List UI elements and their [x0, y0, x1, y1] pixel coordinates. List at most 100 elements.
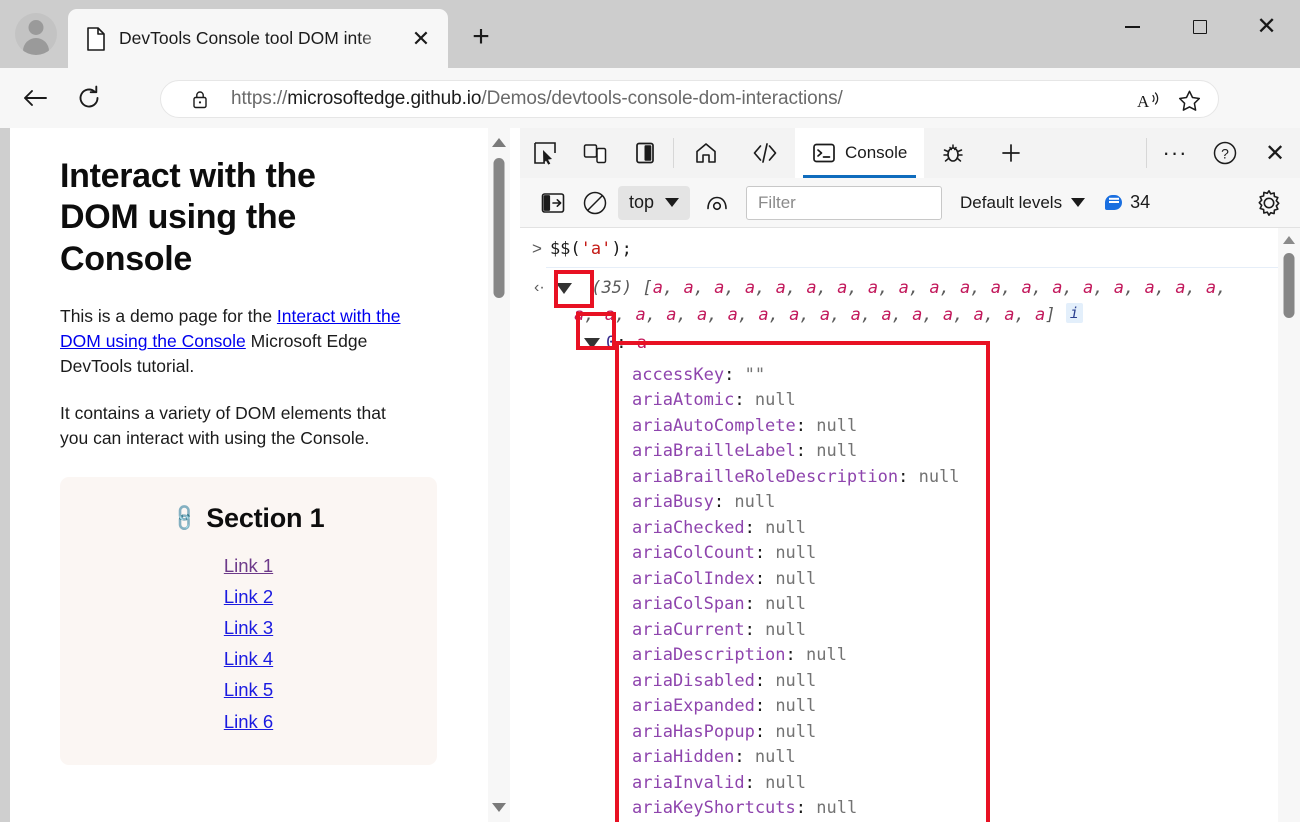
page-paragraph-2: It contains a variety of DOM elements th… [60, 401, 405, 451]
close-devtools-icon[interactable]: ✕ [1250, 128, 1300, 178]
console-output[interactable]: > $$('a'); ‹· (35) [a, a, a, a, a, a, a,… [520, 228, 1300, 822]
expression-tail: ); [611, 239, 631, 259]
devtools-panel: Console ··· ? ✕ [520, 128, 1300, 822]
annotation-box-array-triangle [554, 270, 594, 308]
array-items-line2-row: a, a, a, a, a, a, a, a, a, a, a, a, a, a… [574, 302, 1300, 329]
devtools-right-actions: ··· ? ✕ [1143, 128, 1300, 178]
filter-input[interactable]: Filter [746, 186, 942, 220]
console-scrollbar[interactable] [1278, 228, 1300, 822]
tab-strip: DevTools Console tool DOM inte ✕ + ✕ [0, 0, 1300, 68]
read-aloud-icon[interactable]: A [1132, 86, 1166, 116]
tab-more-tools[interactable] [982, 128, 1040, 178]
devtools-tabbar: Console ··· ? ✕ [520, 128, 1300, 178]
star-icon[interactable] [1172, 86, 1206, 116]
list-item[interactable]: Link 4 [224, 645, 273, 672]
gear-icon[interactable] [1252, 186, 1286, 220]
avatar [15, 13, 57, 55]
console-scroll-thumb[interactable] [1284, 253, 1295, 318]
paragraph1-before: This is a demo page for the [60, 306, 277, 326]
page-title: Interact with the DOM using the Console [60, 156, 390, 280]
tab-title: DevTools Console tool DOM inte [119, 28, 391, 49]
live-expression-icon[interactable] [696, 182, 738, 224]
page-scrollbar[interactable] [488, 128, 510, 822]
section-link-list: Link 1 Link 2 Link 3 Link 4 Link 5 Link … [60, 552, 437, 735]
back-icon[interactable] [16, 79, 54, 117]
reload-icon[interactable] [70, 79, 108, 117]
list-item[interactable]: Link 2 [224, 583, 273, 610]
prompt-chevron-icon: > [532, 239, 542, 259]
log-levels-dropdown[interactable]: Default levels [960, 193, 1085, 213]
execution-context-dropdown[interactable]: top [618, 186, 690, 220]
url-scheme: https:// [231, 88, 287, 109]
console-expression: $$('a'); [550, 239, 632, 259]
url-path: /Demos/devtools-console-dom-interactions… [481, 88, 842, 109]
page-content: Interact with the DOM using the Console … [10, 128, 500, 765]
console-scroll-up-icon[interactable] [1283, 236, 1295, 244]
device-emulation-icon[interactable] [570, 128, 620, 178]
tab-welcome[interactable] [677, 128, 735, 178]
execution-context-value: top [629, 192, 654, 213]
window-controls: ✕ [1099, 0, 1300, 54]
array-open-bracket: [ [642, 278, 652, 298]
annotation-box-properties [615, 341, 990, 822]
list-item[interactable]: Link 1 [224, 552, 273, 579]
annotation-box-index-triangle [576, 312, 616, 350]
profile-button[interactable] [12, 10, 60, 58]
array-items-line2: a, a, a, a, a, a, a, a, a, a, a, a, a, a… [574, 305, 1045, 325]
info-badge[interactable]: i [1066, 303, 1083, 323]
list-item[interactable]: Link 3 [224, 614, 273, 641]
page-icon [86, 27, 106, 51]
lock-icon [191, 89, 209, 109]
message-bubble-icon [1105, 195, 1122, 210]
list-item[interactable]: Link 5 [224, 676, 273, 703]
new-tab-button[interactable]: + [462, 18, 500, 56]
chevron-down-icon [665, 198, 679, 207]
url-host: microsoftedge.github.io [287, 88, 481, 109]
toolbar-divider-2 [1146, 138, 1147, 168]
svg-text:A: A [1137, 92, 1150, 111]
svg-text:?: ? [1221, 146, 1229, 162]
filter-placeholder: Filter [758, 193, 796, 213]
inspect-icon[interactable] [520, 128, 570, 178]
section-heading: Section 1 [206, 503, 324, 534]
tab-console-label: Console [845, 143, 907, 163]
expression-string: 'a' [581, 239, 612, 259]
minimize-button[interactable] [1099, 0, 1166, 54]
scroll-up-icon[interactable] [492, 138, 506, 147]
page-paragraph-1: This is a demo page for the Interact wit… [60, 304, 405, 379]
dock-side-icon[interactable] [620, 128, 670, 178]
tab-console[interactable]: Console [795, 128, 924, 178]
return-arrow-icon: ‹· [534, 276, 545, 301]
console-sidebar-icon[interactable] [532, 182, 574, 224]
chevron-down-icon-2 [1071, 198, 1085, 207]
console-filter-bar: top Filter Default levels 34 [520, 178, 1300, 228]
close-window-button[interactable]: ✕ [1233, 0, 1300, 54]
maximize-button[interactable] [1166, 0, 1233, 54]
section-card: 🔗 Section 1 Link 1 Link 2 Link 3 Link 4 … [60, 477, 437, 765]
help-icon[interactable]: ? [1200, 128, 1250, 178]
browser-tab[interactable]: DevTools Console tool DOM inte ✕ [68, 9, 448, 68]
array-items-line1: a, a, a, a, a, a, a, a, a, a, a, a, a, a… [653, 278, 1227, 298]
page-viewport: Interact with the DOM using the Console … [10, 128, 520, 822]
tab-issues[interactable] [924, 128, 982, 178]
console-input-line[interactable]: > $$('a'); [520, 228, 1300, 267]
scroll-down-icon[interactable] [492, 803, 506, 812]
array-close-bracket: ] [1045, 305, 1055, 325]
log-levels-label: Default levels [960, 193, 1062, 213]
browser-window: DevTools Console tool DOM inte ✕ + ✕ htt… [0, 0, 1300, 822]
address-bar[interactable]: https://microsoftedge.github.io/Demos/de… [160, 80, 1219, 118]
list-item[interactable]: Link 6 [224, 708, 273, 735]
url-text: https://microsoftedge.github.io/Demos/de… [231, 88, 843, 110]
scroll-thumb[interactable] [494, 158, 505, 298]
link-icon[interactable]: 🔗 [168, 501, 202, 535]
omnibox-actions: A [1132, 86, 1206, 116]
tab-elements[interactable] [735, 128, 795, 178]
section-heading-row: 🔗 Section 1 [60, 503, 437, 534]
array-length: (35) [591, 278, 632, 298]
devtools-more-icon[interactable]: ··· [1150, 128, 1200, 178]
message-count-value: 34 [1130, 192, 1150, 213]
array-preview: (35) [a, a, a, a, a, a, a, a, a, a, a, a… [532, 275, 1300, 328]
toolbar-divider [673, 138, 674, 168]
tab-close-icon[interactable]: ✕ [408, 26, 434, 52]
clear-console-icon[interactable] [574, 182, 616, 224]
